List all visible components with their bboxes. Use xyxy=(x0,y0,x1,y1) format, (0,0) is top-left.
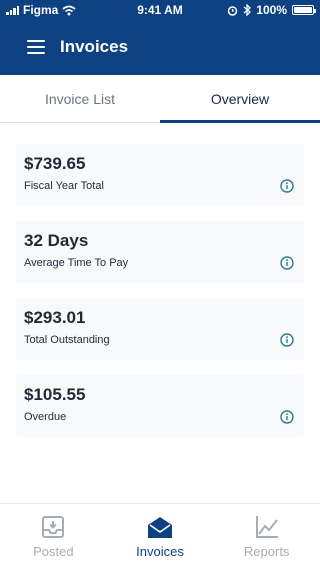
bluetooth-icon xyxy=(243,4,252,16)
alarm-icon xyxy=(228,5,238,16)
bottom-nav: Posted Invoices Reports xyxy=(0,503,320,568)
bottom-nav-label: Posted xyxy=(33,544,74,559)
tab-invoice-list[interactable]: Invoice List xyxy=(0,75,160,122)
battery-fill xyxy=(294,7,312,13)
bottom-nav-reports[interactable]: Reports xyxy=(213,504,320,568)
summary-card-average-time-to-pay: 32 Days Average Time To Pay xyxy=(16,221,304,283)
info-icon[interactable] xyxy=(280,256,294,270)
nav-bar: Invoices xyxy=(0,20,320,75)
info-icon[interactable] xyxy=(280,179,294,193)
tab-bar: Invoice List Overview xyxy=(0,75,320,123)
bottom-nav-invoices[interactable]: Invoices xyxy=(107,504,214,568)
card-value: 32 Days xyxy=(24,231,89,250)
status-bar: Figma 9:41 AM 100% xyxy=(0,0,320,20)
card-value: $105.55 xyxy=(24,385,86,404)
card-label: Fiscal Year Total xyxy=(24,180,104,192)
battery-percent: 100% xyxy=(256,3,287,17)
card-label: Average Time To Pay xyxy=(24,257,129,269)
info-icon[interactable] xyxy=(280,410,294,424)
status-right: 100% xyxy=(227,3,316,17)
card-label: Total Outstanding xyxy=(24,334,110,346)
bottom-nav-label: Invoices xyxy=(136,544,184,559)
hamburger-menu-icon[interactable] xyxy=(27,40,45,54)
summary-card-total-outstanding: $293.01 Total Outstanding xyxy=(16,298,304,360)
summary-card-fiscal-year-total: $739.65 Fiscal Year Total xyxy=(16,144,304,206)
card-value: $293.01 xyxy=(24,308,86,327)
card-value: $739.65 xyxy=(24,154,86,173)
info-icon[interactable] xyxy=(280,333,294,347)
page-title: Invoices xyxy=(60,37,129,56)
tab-overview[interactable]: Overview xyxy=(160,75,320,123)
inbox-icon xyxy=(42,516,65,538)
summary-card-overdue: $105.55 Overdue xyxy=(16,375,304,437)
bottom-nav-posted[interactable]: Posted xyxy=(0,504,107,568)
envelope-icon xyxy=(148,517,172,538)
battery-icon xyxy=(292,5,316,15)
bottom-nav-label: Reports xyxy=(243,544,290,559)
chart-icon xyxy=(255,516,278,538)
card-label: Overdue xyxy=(24,411,67,423)
